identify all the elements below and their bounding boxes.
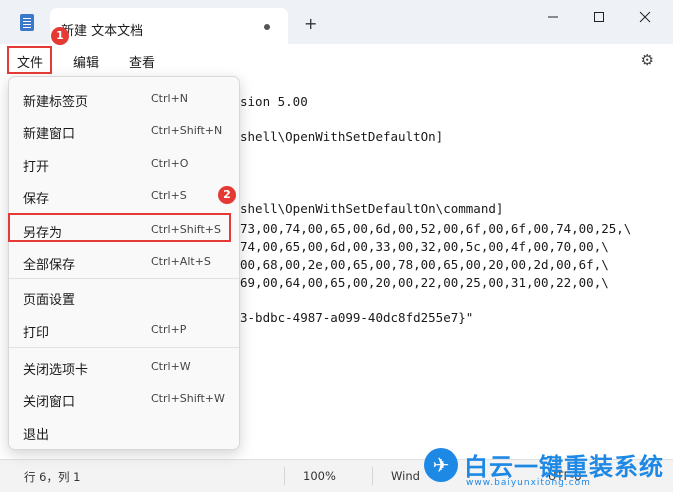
menu-item-save-all[interactable]: 全部保存 Ctrl+Alt+S: [9, 248, 239, 276]
menu-item-save[interactable]: 保存 Ctrl+S: [9, 182, 239, 210]
menu-item-label: 打开: [23, 160, 50, 175]
menu-item-shortcut: Ctrl+P: [151, 323, 187, 336]
highlight-file-menu: [7, 46, 52, 74]
new-tab-button[interactable]: +: [304, 16, 317, 32]
notepad-icon: [20, 14, 34, 31]
editor-line: shell\OpenWithSetDefaultOn\command]: [240, 201, 504, 216]
menu-item-exit[interactable]: 退出: [9, 418, 239, 446]
watermark-url: www.baiyunxitong.com: [466, 478, 591, 488]
menu-item-label: 关闭窗口: [23, 395, 76, 410]
menu-item-shortcut: Ctrl+Shift+N: [151, 124, 223, 137]
zoom-level[interactable]: 100%: [303, 469, 336, 483]
menu-item-new-window[interactable]: 新建窗口 Ctrl+Shift+N: [9, 117, 239, 145]
menu-item-shortcut: Ctrl+Alt+S: [151, 255, 211, 268]
editor-line: 69,00,64,00,65,00,20,00,22,00,25,00,31,0…: [240, 275, 609, 290]
title-bar: 新建 文本文档 +: [0, 0, 673, 44]
menu-item-shortcut: Ctrl+N: [151, 92, 189, 105]
gear-icon[interactable]: ⚙: [641, 51, 654, 69]
watermark-brand: 白云一键重装系统: [464, 453, 664, 481]
menu-item-new-tab[interactable]: 新建标签页 Ctrl+N: [9, 85, 239, 113]
menu-item-label: 新建窗口: [23, 127, 76, 142]
menu-item-shortcut: Ctrl+W: [151, 360, 191, 373]
menu-item-shortcut: Ctrl+O: [151, 157, 189, 170]
menu-item-label: 退出: [23, 428, 50, 443]
menu-item-close-tab[interactable]: 关闭选项卡 Ctrl+W: [9, 353, 239, 381]
menu-divider: [9, 278, 239, 279]
menu-item-shortcut: Ctrl+Shift+W: [151, 392, 225, 405]
menu-item-page-setup[interactable]: 页面设置: [9, 283, 239, 311]
editor-line: shell\OpenWithSetDefaultOn]: [240, 129, 444, 144]
menu-divider: [9, 347, 239, 348]
editor-line: 00,68,00,2e,00,65,00,78,00,65,00,20,00,2…: [240, 257, 609, 272]
editor-line: 74,00,65,00,6d,00,33,00,32,00,5c,00,4f,0…: [240, 239, 609, 254]
line-ending[interactable]: Wind: [391, 469, 420, 483]
maximize-icon: [594, 12, 604, 22]
menu-view[interactable]: 查看: [129, 52, 155, 71]
cursor-position: 行 6，列 1: [24, 470, 81, 484]
menu-item-label: 保存: [23, 192, 50, 207]
menu-item-close-window[interactable]: 关闭窗口 Ctrl+Shift+W: [9, 385, 239, 413]
close-icon: [639, 11, 651, 23]
editor-line: sion 5.00: [240, 94, 308, 109]
menu-item-label: 打印: [23, 326, 50, 341]
tab-title: 新建 文本文档: [61, 24, 144, 39]
bird-logo-icon: ✈: [424, 448, 458, 482]
menu-item-print[interactable]: 打印 Ctrl+P: [9, 316, 239, 344]
menu-edit[interactable]: 编辑: [73, 52, 99, 71]
maximize-button[interactable]: [576, 0, 622, 34]
status-divider: [372, 467, 373, 485]
menu-item-label: 页面设置: [23, 293, 76, 308]
minimize-icon: [548, 16, 558, 18]
editor-line: 73,00,74,00,65,00,6d,00,52,00,6f,00,6f,0…: [240, 221, 632, 236]
menu-item-open[interactable]: 打开 Ctrl+O: [9, 150, 239, 178]
menu-item-shortcut: Ctrl+S: [151, 189, 187, 202]
status-divider: [284, 467, 285, 485]
watermark: ✈ 白云一键重装系统 www.baiyunxitong.com: [418, 446, 673, 491]
editor-line: 3-bdbc-4987-a099-40dc8fd255e7}": [240, 310, 474, 325]
unsaved-dot-icon[interactable]: [264, 24, 270, 30]
document-tab[interactable]: 新建 文本文档: [50, 8, 288, 44]
file-menu-dropdown: 新建标签页 Ctrl+N 新建窗口 Ctrl+Shift+N 打开 Ctrl+O…: [8, 76, 240, 450]
menu-item-label: 新建标签页: [23, 95, 89, 110]
minimize-button[interactable]: [530, 0, 576, 34]
menu-item-label: 关闭选项卡: [23, 363, 89, 378]
highlight-save-as: [8, 213, 231, 242]
step-badge-1: 1: [51, 27, 69, 45]
menu-item-label: 全部保存: [23, 258, 76, 273]
menu-bar: 文件 编辑 查看 ⚙: [0, 44, 673, 76]
step-badge-2: 2: [218, 186, 236, 204]
close-button[interactable]: [622, 0, 668, 34]
